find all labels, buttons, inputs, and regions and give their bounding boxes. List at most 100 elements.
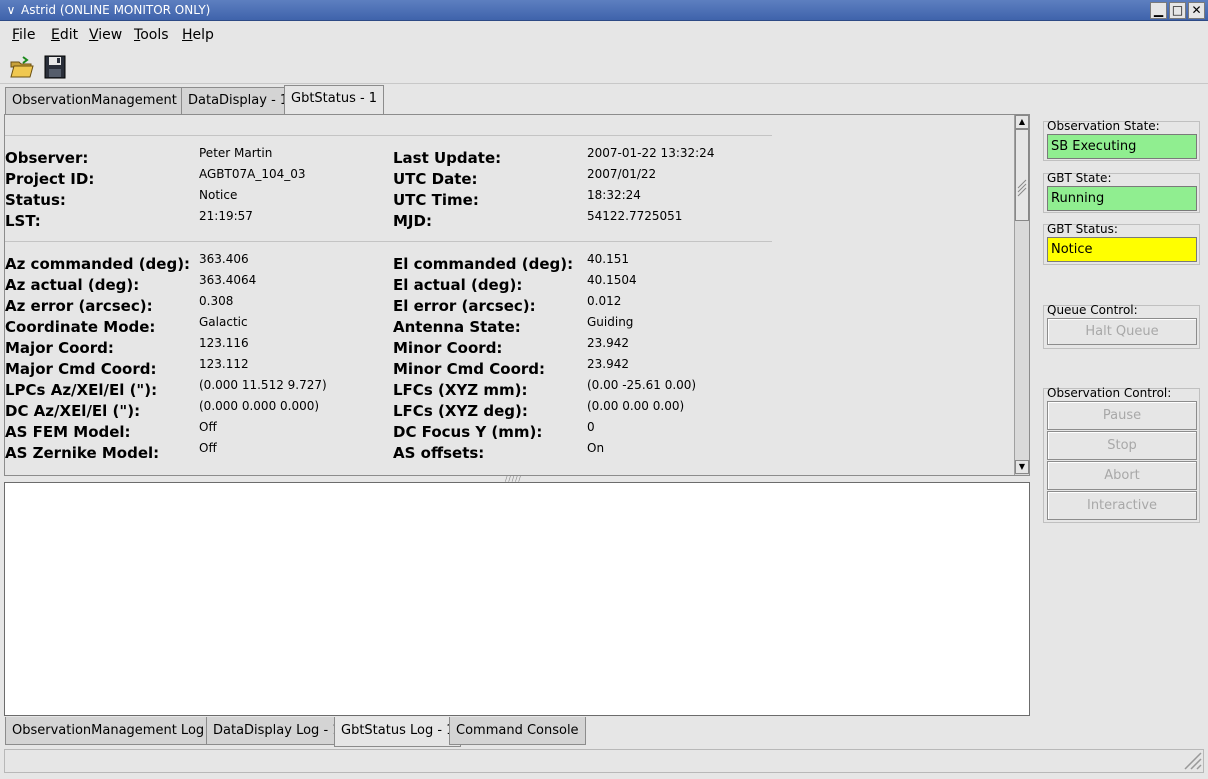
status-bar: [4, 749, 1204, 773]
status-row: Observer: Peter Martin Last Update: 2007-01…: [5, 146, 775, 169]
menu-view[interactable]: View: [89, 27, 122, 43]
field-value: Off: [199, 441, 217, 455]
halt-queue-button[interactable]: Halt Queue: [1047, 318, 1197, 345]
status-row: Project ID: AGBT07A_104_03 UTC Date: 2007/0…: [5, 167, 775, 190]
menu-tools[interactable]: Tools: [134, 27, 169, 43]
observation-state-label: Observation State:: [1047, 119, 1160, 133]
field-label: El error (arcsec):: [393, 297, 536, 315]
pause-button[interactable]: Pause: [1047, 401, 1197, 430]
field-label: MJD:: [393, 212, 432, 230]
menu-view-mnemonic: V: [89, 27, 99, 43]
menu-file-rest: ile: [19, 27, 36, 43]
close-button[interactable]: ✕: [1188, 2, 1205, 19]
status-row: LST: 21:19:57 MJD: 54122.7725051: [5, 209, 775, 232]
menu-bar: File Edit View Tools Help: [0, 22, 1208, 48]
field-value: AGBT07A_104_03: [199, 167, 306, 181]
field-label: El commanded (deg):: [393, 255, 574, 273]
menu-view-rest: iew: [98, 27, 123, 43]
field-label: El actual (deg):: [393, 276, 523, 294]
field-value: 123.112: [199, 357, 249, 371]
field-label: AS FEM Model:: [5, 423, 131, 441]
field-value: 21:19:57: [199, 209, 253, 223]
field-value: 40.1504: [587, 273, 637, 287]
window-title: Astrid (ONLINE MONITOR ONLY): [21, 3, 211, 17]
minimize-button[interactable]: ▁: [1150, 2, 1167, 19]
toolbar: [0, 50, 1208, 84]
menu-file[interactable]: File: [12, 27, 35, 43]
menu-tools-rest: ools: [140, 27, 169, 43]
field-label: Az error (arcsec):: [5, 297, 153, 315]
tab-observation-management-log[interactable]: ObservationManagement Log - 1: [5, 717, 233, 745]
menu-edit[interactable]: Edit: [51, 27, 78, 43]
menu-file-mnemonic: F: [12, 27, 20, 43]
observation-state-value: SB Executing: [1047, 134, 1197, 159]
field-value: Guiding: [587, 315, 634, 329]
field-value: 123.116: [199, 336, 249, 350]
floppy-save-icon[interactable]: [41, 53, 69, 81]
status-row: Major Coord: 123.116 Minor Coord: 23.942: [5, 336, 775, 359]
folder-open-icon[interactable]: [8, 53, 36, 81]
menu-help-rest: elp: [192, 27, 214, 43]
field-label: DC Focus Y (mm):: [393, 423, 543, 441]
status-row: AS Zernike Model: Off AS offsets: On: [5, 441, 775, 464]
field-label: AS Zernike Model:: [5, 444, 160, 462]
field-label: LPCs Az/XEl/El ("):: [5, 381, 158, 399]
tab-gbt-status-log[interactable]: GbtStatus Log - 1: [334, 717, 462, 747]
queue-control-label: Queue Control:: [1047, 303, 1138, 317]
status-row: Major Cmd Coord: 123.112 Minor Cmd Coord: 2…: [5, 357, 775, 380]
tab-command-console[interactable]: Command Console: [449, 717, 586, 745]
field-value: (0.000 0.000 0.000): [199, 399, 320, 413]
field-label: UTC Time:: [393, 191, 479, 209]
tab-data-display-log[interactable]: DataDisplay Log - 1: [206, 717, 348, 745]
field-value: 0: [587, 420, 595, 434]
scroll-up-arrow-icon[interactable]: ▲: [1015, 115, 1029, 129]
field-value: 23.942: [587, 357, 629, 371]
scroll-thumb[interactable]: [1015, 129, 1029, 221]
field-label: LST:: [5, 212, 41, 230]
field-label: Antenna State:: [393, 318, 521, 336]
abort-button[interactable]: Abort: [1047, 461, 1197, 490]
field-value: 363.4064: [199, 273, 257, 287]
field-value: 0.012: [587, 294, 622, 308]
field-value: 363.406: [199, 252, 249, 266]
field-value: (0.00 -25.61 0.00): [587, 378, 697, 392]
field-value: (0.00 0.00 0.00): [587, 399, 685, 413]
maximize-button[interactable]: □: [1169, 2, 1186, 19]
gbt-state-value: Running: [1047, 186, 1197, 211]
field-label: DC Az/XEl/El ("):: [5, 402, 141, 420]
scroll-down-arrow-icon[interactable]: ▼: [1015, 460, 1029, 474]
log-output-area[interactable]: [4, 482, 1030, 716]
field-value: 23.942: [587, 336, 629, 350]
field-value: Peter Martin: [199, 146, 273, 160]
field-value: 2007/01/22: [587, 167, 657, 181]
tab-gbt-status[interactable]: GbtStatus - 1: [284, 85, 385, 115]
tab-observation-management[interactable]: ObservationManagement - 1: [5, 87, 206, 115]
menu-help-mnemonic: H: [182, 27, 193, 43]
status-row: Az commanded (deg): 363.406 El commanded (…: [5, 252, 775, 275]
status-row: Status: Notice UTC Time: 18:32:24: [5, 188, 775, 211]
resize-grip-icon[interactable]: [1182, 750, 1202, 770]
window-titlebar[interactable]: ∨ Astrid (ONLINE MONITOR ONLY) ▁ □ ✕: [0, 0, 1208, 21]
menu-help[interactable]: Help: [182, 27, 214, 43]
observation-control-label: Observation Control:: [1047, 386, 1172, 400]
status-row: Coordinate Mode: Galactic Antenna State: Gu…: [5, 315, 775, 338]
field-label: Minor Coord:: [393, 339, 503, 357]
field-value: 18:32:24: [587, 188, 641, 202]
field-value: 54122.7725051: [587, 209, 683, 223]
field-label: UTC Date:: [393, 170, 478, 188]
menu-edit-rest: dit: [59, 27, 79, 43]
gbt-status-value: Notice: [1047, 237, 1197, 262]
interactive-button[interactable]: Interactive: [1047, 491, 1197, 520]
window-menu-icon[interactable]: ∨: [3, 2, 19, 18]
field-label: Status:: [5, 191, 66, 209]
field-label: Major Coord:: [5, 339, 114, 357]
vertical-scrollbar[interactable]: ▲ ▼: [1014, 115, 1029, 475]
tab-data-display[interactable]: DataDisplay - 1: [181, 87, 296, 115]
stop-button[interactable]: Stop: [1047, 431, 1197, 460]
field-value: Notice: [199, 188, 238, 202]
field-label: AS offsets:: [393, 444, 485, 462]
status-row: AS FEM Model: Off DC Focus Y (mm): 0: [5, 420, 775, 443]
field-label: Az actual (deg):: [5, 276, 140, 294]
field-value: (0.000 11.512 9.727): [199, 378, 327, 392]
field-label: Project ID:: [5, 170, 95, 188]
